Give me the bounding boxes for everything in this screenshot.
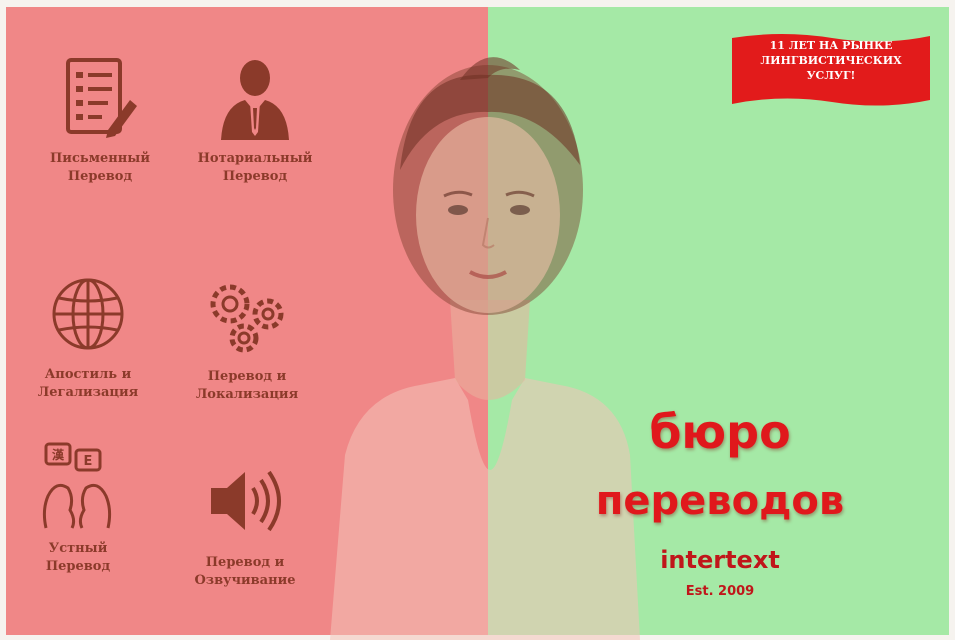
service-written-translation[interactable]: Письменный Перевод: [30, 56, 170, 186]
service-label-line2: Озвучивание: [194, 573, 296, 588]
service-label-line2: Локализация: [195, 387, 299, 402]
document-pen-icon: [66, 58, 137, 138]
brand-title-line1: бюро: [649, 405, 791, 459]
banner-line-3: УСЛУГ!: [806, 69, 856, 82]
service-label-line1: Нотариальный: [197, 151, 313, 166]
ad-banner: Письменный Перевод Нотариальный Перевод …: [0, 0, 955, 640]
svg-text:漢: 漢: [52, 447, 65, 462]
service-apostille-legalization[interactable]: Апостиль и Легализация: [18, 272, 158, 402]
speaker-icon: [211, 470, 281, 532]
banner-line-2: ЛИНГВИСТИЧЕСКИХ: [760, 54, 902, 67]
service-voiceover[interactable]: Перевод и Озвучивание: [175, 458, 315, 590]
service-label-line1: Перевод и: [207, 369, 287, 384]
service-label-line1: Перевод и: [205, 555, 285, 570]
service-label-line1: Устный: [48, 541, 108, 556]
brand-title-line2: переводов: [595, 478, 845, 524]
gears-icon: [210, 284, 284, 353]
established-year: Est. 2009: [685, 584, 755, 599]
svg-text:E: E: [84, 454, 93, 469]
interpreters-icon: 漢 E: [42, 442, 112, 529]
service-localization[interactable]: Перевод и Локализация: [177, 278, 317, 404]
globe-icon: [52, 278, 124, 350]
service-label-line1: Апостиль и: [44, 367, 132, 382]
brand-name[interactable]: intertext: [540, 546, 900, 574]
service-interpretation[interactable]: 漢 E Устный Перевод: [8, 440, 148, 576]
service-label-line2: Перевод: [67, 169, 133, 184]
businessman-icon: [221, 60, 289, 140]
service-label-line2: Перевод: [45, 559, 111, 574]
service-notarial-translation[interactable]: Нотариальный Перевод: [185, 56, 325, 186]
banner-text: 11 ЛЕТ НА РЫНКЕ ЛИНГВИСТИЧЕСКИХ УСЛУГ!: [732, 38, 930, 83]
banner-line-1: 11 ЛЕТ НА РЫНКЕ: [769, 39, 893, 52]
service-label-line2: Легализация: [37, 385, 139, 400]
service-label-line1: Письменный: [50, 151, 150, 166]
anniversary-banner[interactable]: 11 ЛЕТ НА РЫНКЕ ЛИНГВИСТИЧЕСКИХ УСЛУГ!: [732, 30, 930, 110]
service-label-line2: Перевод: [222, 169, 288, 184]
